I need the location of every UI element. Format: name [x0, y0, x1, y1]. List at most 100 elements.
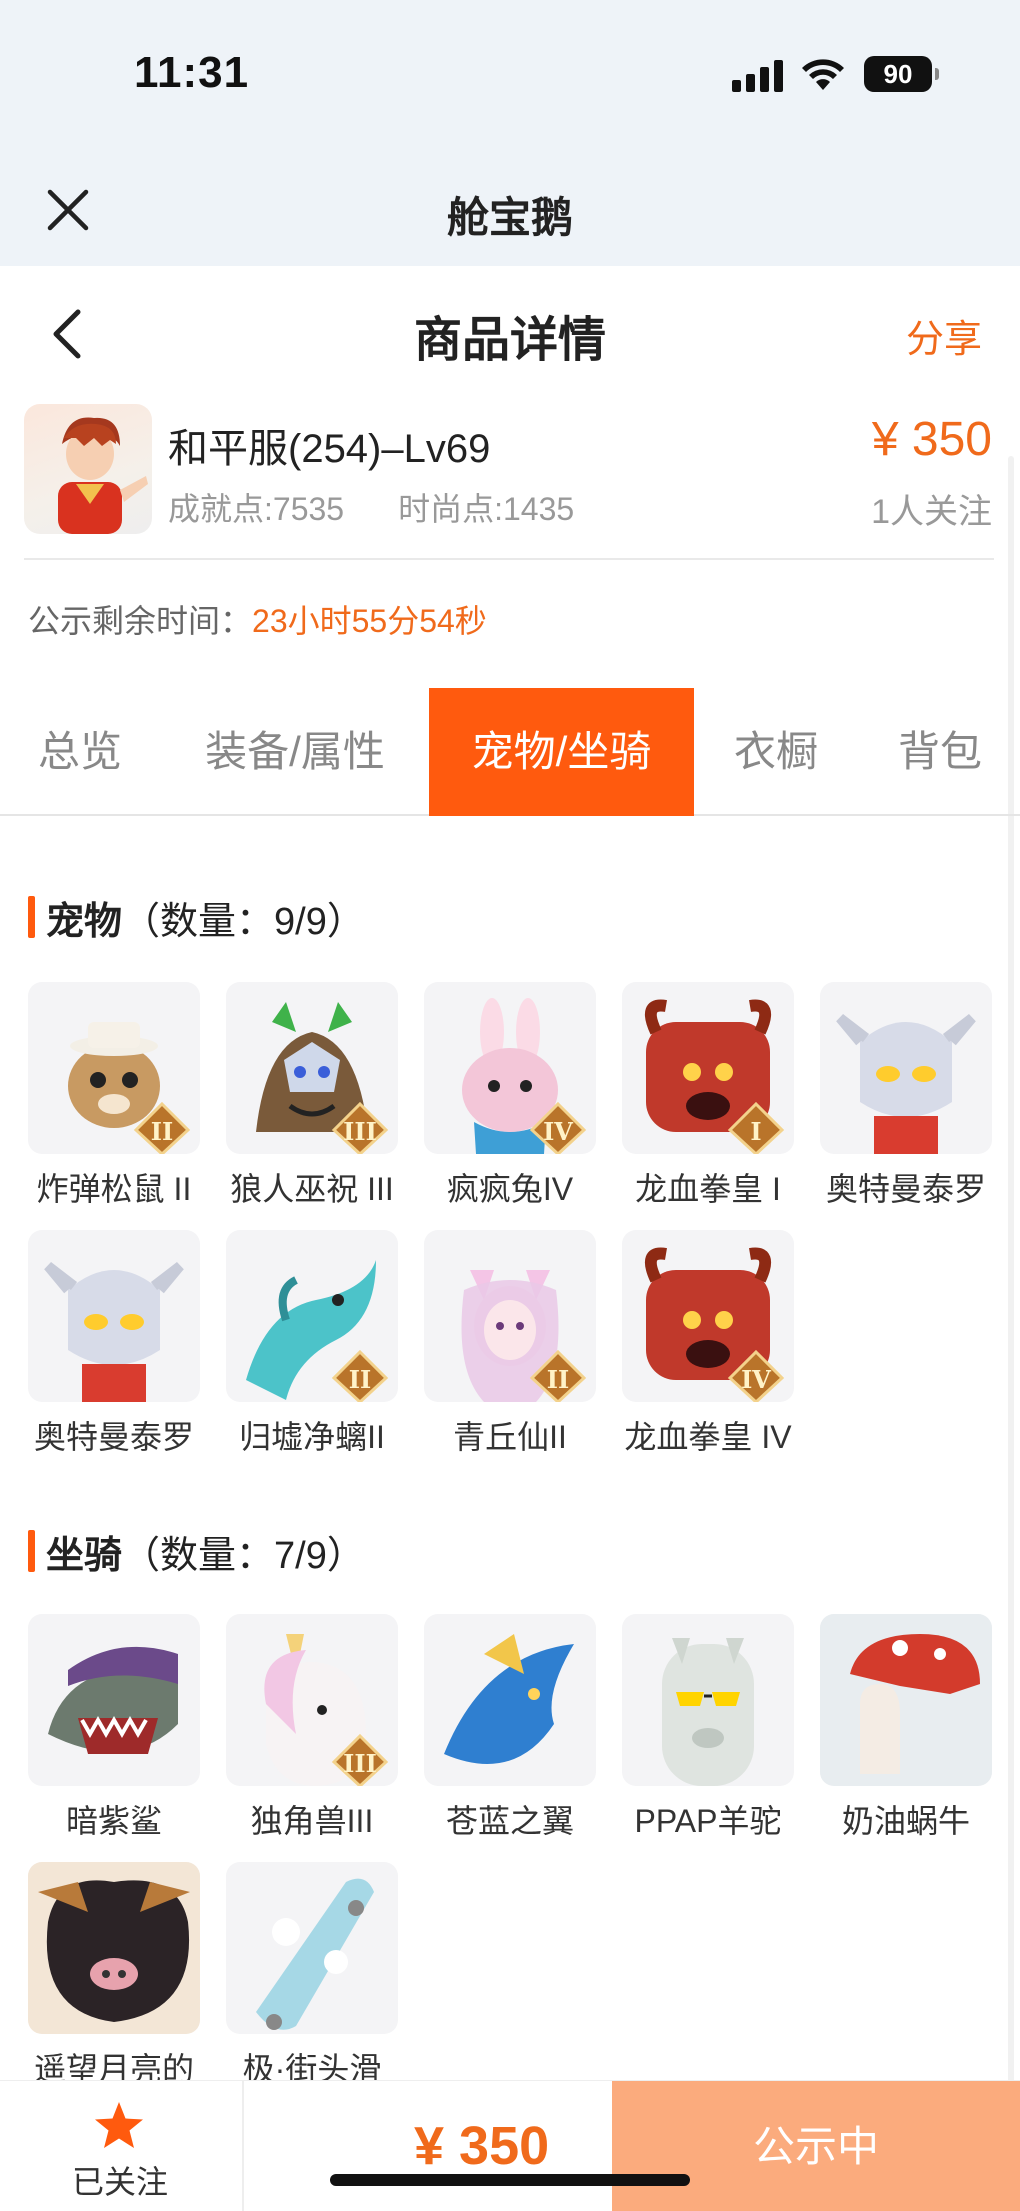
pet-name: 龙血拳皇 IV	[624, 1419, 792, 1455]
pet-item[interactable]: IV 龙血拳皇 IV	[622, 1230, 794, 1458]
follower-count: 1人关注	[871, 493, 992, 531]
mount-thumbnail[interactable]	[622, 1614, 794, 1786]
pig-icon	[28, 1862, 200, 2034]
pet-thumbnail[interactable]: II	[424, 1230, 596, 1402]
svg-text:III: III	[343, 1117, 377, 1146]
mount-item[interactable]: 暗紫鲨	[28, 1614, 200, 1842]
star-icon[interactable]	[92, 2099, 146, 2153]
publicity-status-button[interactable]: 公示中	[612, 2081, 1020, 2211]
pet-thumbnail[interactable]: II	[226, 1230, 398, 1402]
timer-value: 23小时55分54秒	[252, 603, 487, 639]
pet-item[interactable]: II 炸弹松鼠 II	[28, 982, 200, 1210]
mount-item[interactable]: III 独角兽III	[226, 1614, 398, 1842]
pet-name: 奥特曼泰罗	[33, 1419, 194, 1455]
mount-item[interactable]: 苍蓝之翼	[424, 1614, 596, 1842]
tab-overview[interactable]: 总览	[18, 688, 142, 816]
pets-title: 宠物	[46, 901, 123, 943]
mount-thumbnail[interactable]	[28, 1862, 200, 2034]
pets-section-title: 宠物（数量：9/9）	[28, 890, 365, 945]
timer-label: 公示剩余时间：	[28, 603, 253, 639]
mount-thumbnail[interactable]	[28, 1614, 200, 1786]
pet-item[interactable]: III 狼人巫祝 III	[226, 982, 398, 1210]
svg-text:I: I	[750, 1117, 761, 1146]
svg-text:II: II	[547, 1365, 569, 1394]
unicorn-icon: III	[264, 1634, 389, 1786]
product-stats: 成就点:7535 时尚点:1435	[168, 484, 574, 530]
pet-thumbnail[interactable]: IV	[424, 982, 596, 1154]
tab-pets-mounts[interactable]: 宠物/坐骑	[429, 688, 694, 816]
mini-program-header: 11:31 90 舱宝鹅	[0, 0, 1020, 266]
followed-label[interactable]: 已关注	[72, 2157, 168, 2203]
snail-icon	[820, 1614, 992, 1786]
pet-thumbnail[interactable]: I	[622, 982, 794, 1154]
alpaca-icon	[662, 1638, 754, 1786]
achievement-points: 成就点:7535	[168, 491, 345, 527]
pet-item[interactable]: 奥特曼泰罗	[28, 1230, 200, 1458]
ultraman-icon	[44, 1262, 184, 1402]
mounts-section-title: 坐骑（数量：7/9）	[28, 1524, 365, 1579]
pet-name: 青丘仙II	[453, 1419, 567, 1455]
tab-wardrobe[interactable]: 衣橱	[716, 688, 836, 816]
rabbit-icon: IV	[462, 998, 587, 1154]
pet-thumbnail[interactable]: II	[28, 982, 200, 1154]
mounts-title: 坐骑	[46, 1535, 123, 1577]
mount-item[interactable]: 遥望月亮的	[28, 1862, 200, 2090]
app-name: 舱宝鹅	[446, 194, 573, 241]
pets-count: （数量：9/9）	[122, 901, 365, 943]
share-button[interactable]: 分享	[906, 308, 982, 363]
pet-item[interactable]: II 归墟净螭II	[226, 1230, 398, 1458]
detail-tabs: 总览 装备/属性 宠物/坐骑 衣橱 背包	[0, 688, 1020, 816]
dragon-fist-icon: I	[644, 999, 785, 1154]
home-indicator[interactable]	[330, 2174, 690, 2186]
pet-item[interactable]: II 青丘仙II	[424, 1230, 596, 1458]
blue-wing-icon	[444, 1634, 574, 1764]
pet-item[interactable]: 奥特曼泰罗	[820, 982, 992, 1210]
mount-item[interactable]: PPAP羊驼	[622, 1614, 794, 1842]
pet-name: 炸弹松鼠 II	[36, 1171, 192, 1207]
divider	[24, 558, 994, 560]
bottom-price: ¥ 350	[414, 2116, 550, 2176]
mount-name: 独角兽III	[250, 1803, 374, 1839]
pet-name: 归墟净螭II	[239, 1419, 385, 1455]
bottom-action-bar: 已关注 ¥ 350 公示中	[0, 2080, 1020, 2211]
product-name: 和平服(254)–Lv69	[168, 427, 491, 471]
svg-text:II: II	[151, 1117, 173, 1146]
mount-item[interactable]: 极·街头滑	[226, 1862, 398, 2090]
mounts-count: （数量：7/9）	[122, 1535, 365, 1577]
svg-text:II: II	[349, 1365, 371, 1394]
rank-badge: II	[331, 1349, 389, 1402]
pet-name: 疯疯兔IV	[446, 1171, 574, 1207]
svg-text:III: III	[343, 1749, 377, 1778]
mount-thumbnail[interactable]	[226, 1862, 398, 2034]
pet-thumbnail[interactable]: IV	[622, 1230, 794, 1402]
tab-equipment[interactable]: 装备/属性	[188, 688, 402, 816]
wifi-icon	[802, 59, 844, 90]
mount-thumbnail[interactable]: III	[226, 1614, 398, 1786]
tab-backpack[interactable]: 背包	[880, 688, 1000, 816]
pet-thumbnail[interactable]	[28, 1230, 200, 1402]
svg-text:IV: IV	[741, 1365, 771, 1394]
pet-item[interactable]: I 龙血拳皇 I	[622, 982, 794, 1210]
page-title: 商品详情	[413, 314, 606, 367]
pet-item[interactable]: IV 疯疯兔IV	[424, 982, 596, 1210]
status-time: 11:31	[134, 48, 250, 97]
fox-fairy-icon: II	[461, 1270, 587, 1402]
mount-name: PPAP羊驼	[634, 1803, 782, 1839]
pet-name: 狼人巫祝 III	[230, 1171, 394, 1207]
mount-item[interactable]: 奶油蜗牛	[820, 1614, 992, 1842]
character-avatar[interactable]	[24, 404, 152, 534]
mount-name: 苍蓝之翼	[445, 1803, 574, 1839]
mount-name: 暗紫鲨	[65, 1803, 162, 1839]
pet-name: 龙血拳皇 I	[635, 1171, 781, 1207]
pet-thumbnail[interactable]: III	[226, 982, 398, 1154]
pet-name: 奥特曼泰罗	[825, 1171, 986, 1207]
mount-thumbnail[interactable]	[424, 1614, 596, 1786]
squirrel-icon: II	[68, 1022, 191, 1154]
divider	[242, 2081, 244, 2211]
mount-name: 奶油蜗牛	[841, 1803, 970, 1839]
mount-thumbnail[interactable]	[820, 1614, 992, 1786]
product-price: ¥ 350	[871, 413, 992, 466]
pet-thumbnail[interactable]	[820, 982, 992, 1154]
ultraman-icon	[836, 1014, 976, 1154]
fashion-points: 时尚点:1435	[398, 491, 575, 527]
